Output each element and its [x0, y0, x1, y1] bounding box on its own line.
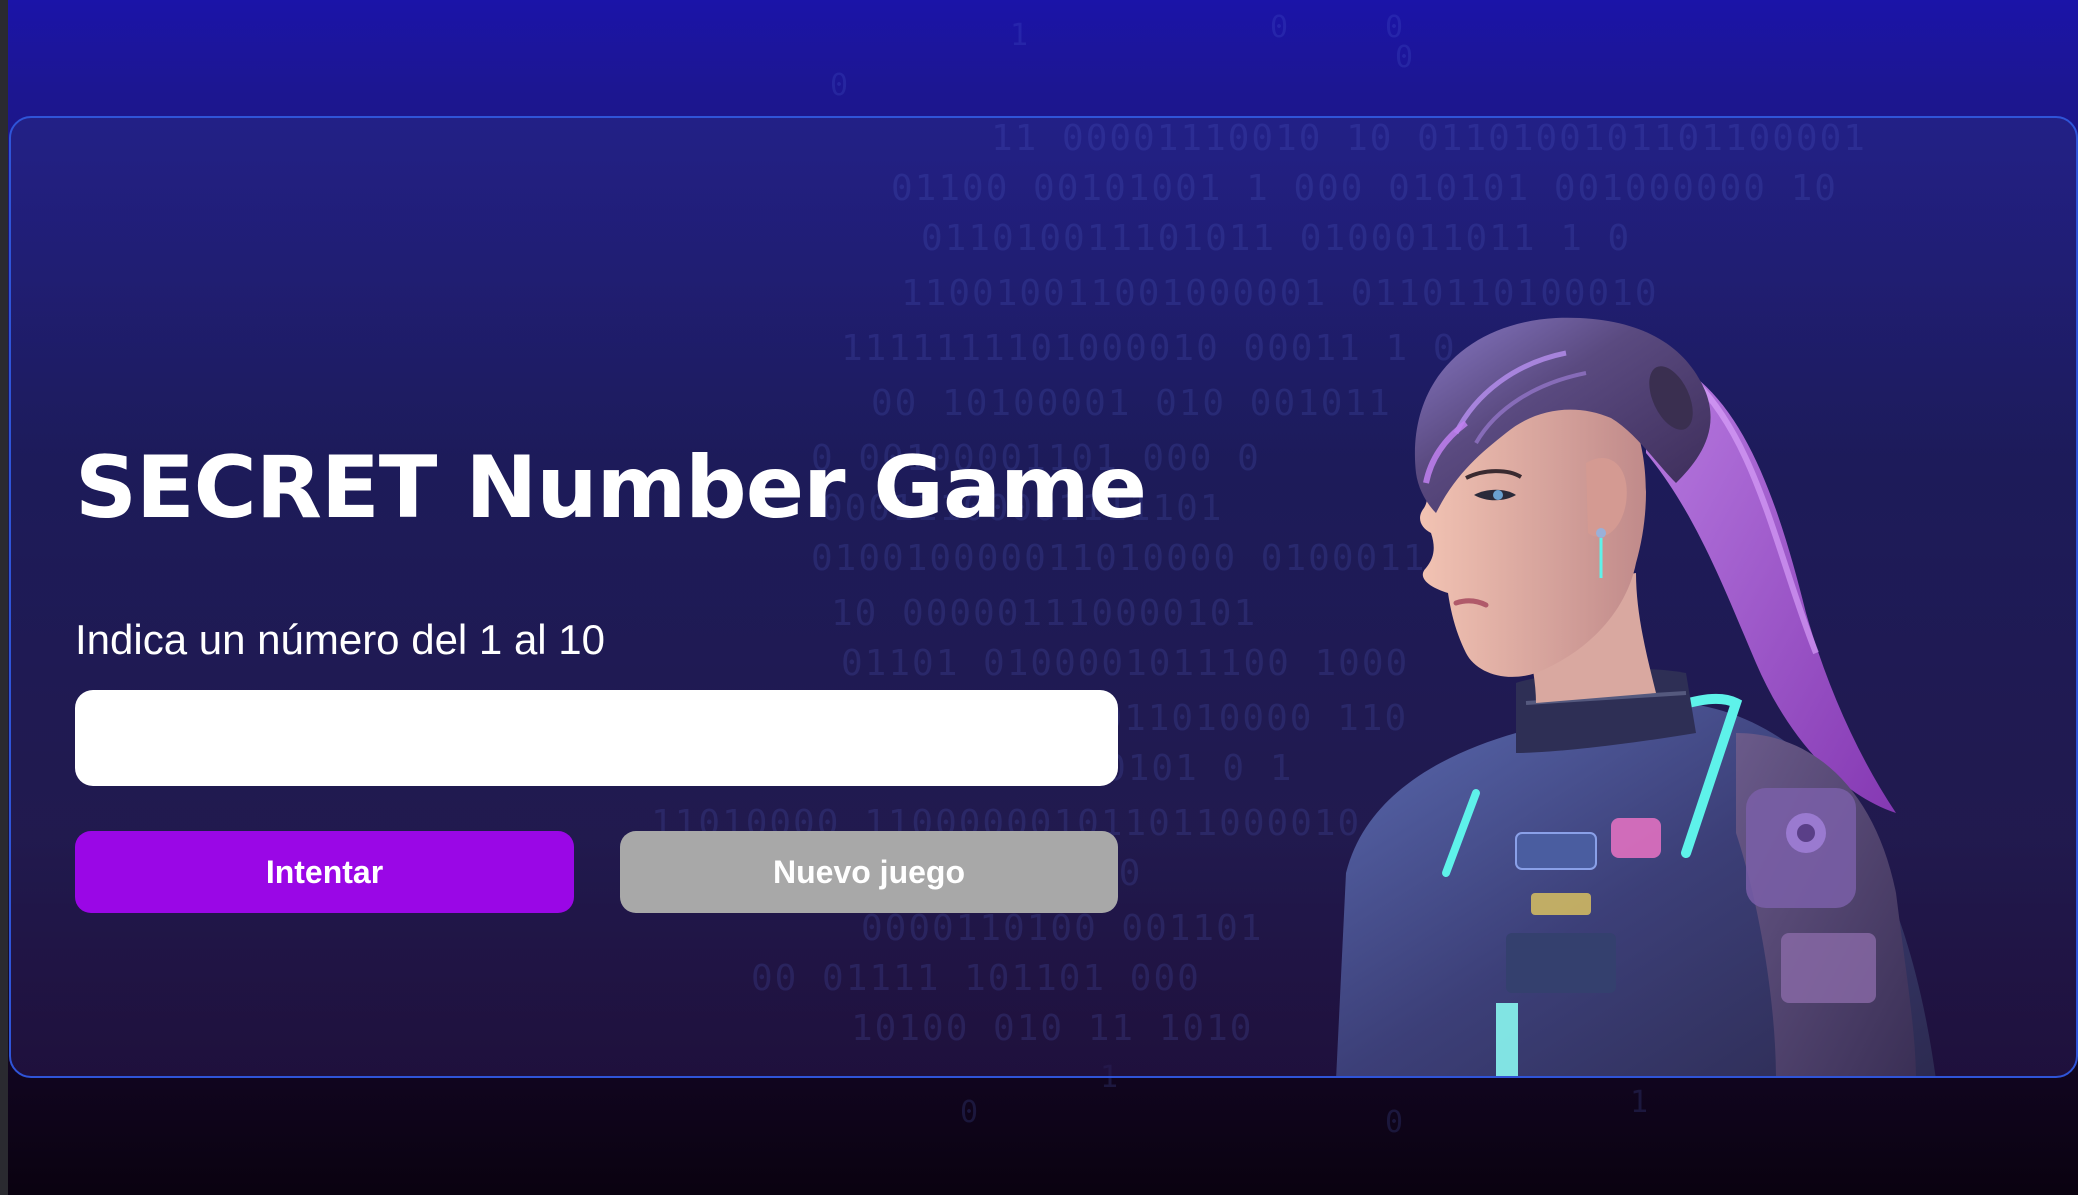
- matrix-digits: 10 000001110000101: [831, 593, 1258, 634]
- page-title: SECRET Number Game: [75, 438, 1147, 538]
- number-input[interactable]: [75, 690, 1118, 786]
- game-container: 11 00001110010 10 0110100101101100001 01…: [9, 116, 2078, 1078]
- astronaut-girl-illustration: [1336, 317, 1936, 1076]
- matrix-digits: 11 00001110010 10 0110100101101100001: [991, 118, 1867, 159]
- number-prompt-label: Indica un número del 1 al 10: [75, 616, 606, 663]
- matrix-digits: 10100 010 11 1010: [851, 1008, 1254, 1049]
- try-button[interactable]: Intentar: [75, 831, 574, 913]
- matrix-digits: 00 01111 101101 000: [751, 958, 1201, 999]
- matrix-digits: 01100 00101001 1 000 010101 001000000 10: [891, 168, 1838, 209]
- new-game-button[interactable]: Nuevo juego: [620, 831, 1118, 913]
- window-left-edge: [0, 0, 8, 1195]
- matrix-digits: 0000110100 001101: [861, 908, 1264, 949]
